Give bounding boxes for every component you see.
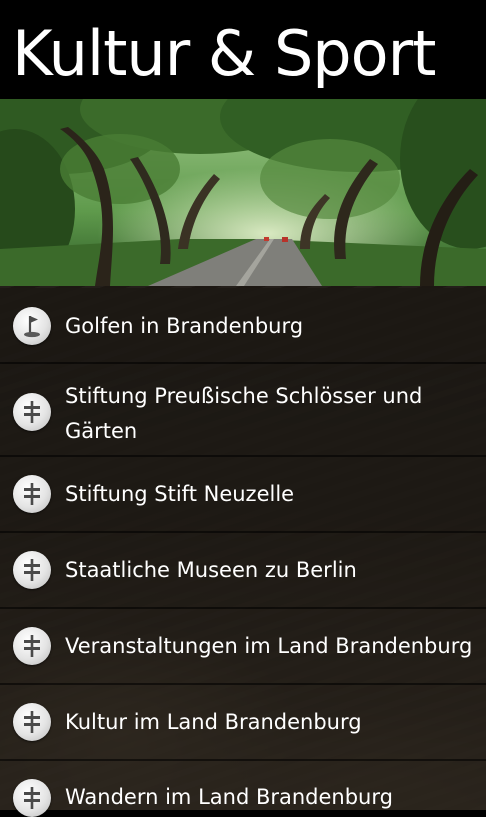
- list-item-label: Staatliche Museen zu Berlin: [65, 558, 357, 582]
- signpost-icon: [13, 551, 51, 589]
- list-item-label: Veranstaltungen im Land Brandenburg: [65, 634, 473, 658]
- signpost-icon: [13, 475, 51, 513]
- list-item-kultur[interactable]: Kultur im Land Brandenburg: [0, 685, 486, 761]
- list-item-label: Kultur im Land Brandenburg: [65, 710, 362, 734]
- list-item-stift-neuzelle[interactable]: Stiftung Stift Neuzelle: [0, 457, 486, 533]
- list-item-label: Golfen in Brandenburg: [65, 314, 304, 338]
- list-item-label: Stiftung Preußische Schlösser und Gärten: [65, 384, 423, 443]
- list-item-stiftung-schloesser[interactable]: Stiftung Preußische Schlösser und Gärten: [0, 364, 486, 457]
- list-item-golfen[interactable]: Golfen in Brandenburg: [0, 288, 486, 364]
- header-forest-image: [0, 99, 486, 286]
- signpost-icon: [13, 627, 51, 665]
- signpost-icon: [13, 703, 51, 741]
- golf-icon: [13, 307, 51, 345]
- list-item-wandern[interactable]: Wandern im Land Brandenburg: [0, 761, 486, 817]
- list-item-veranstaltungen[interactable]: Veranstaltungen im Land Brandenburg: [0, 609, 486, 685]
- list-item-staatliche-museen[interactable]: Staatliche Museen zu Berlin: [0, 533, 486, 609]
- signpost-icon: [13, 393, 51, 431]
- signpost-icon: [13, 779, 51, 817]
- list-item-label: Stiftung Stift Neuzelle: [65, 482, 295, 506]
- page-title: Kultur & Sport: [12, 17, 436, 90]
